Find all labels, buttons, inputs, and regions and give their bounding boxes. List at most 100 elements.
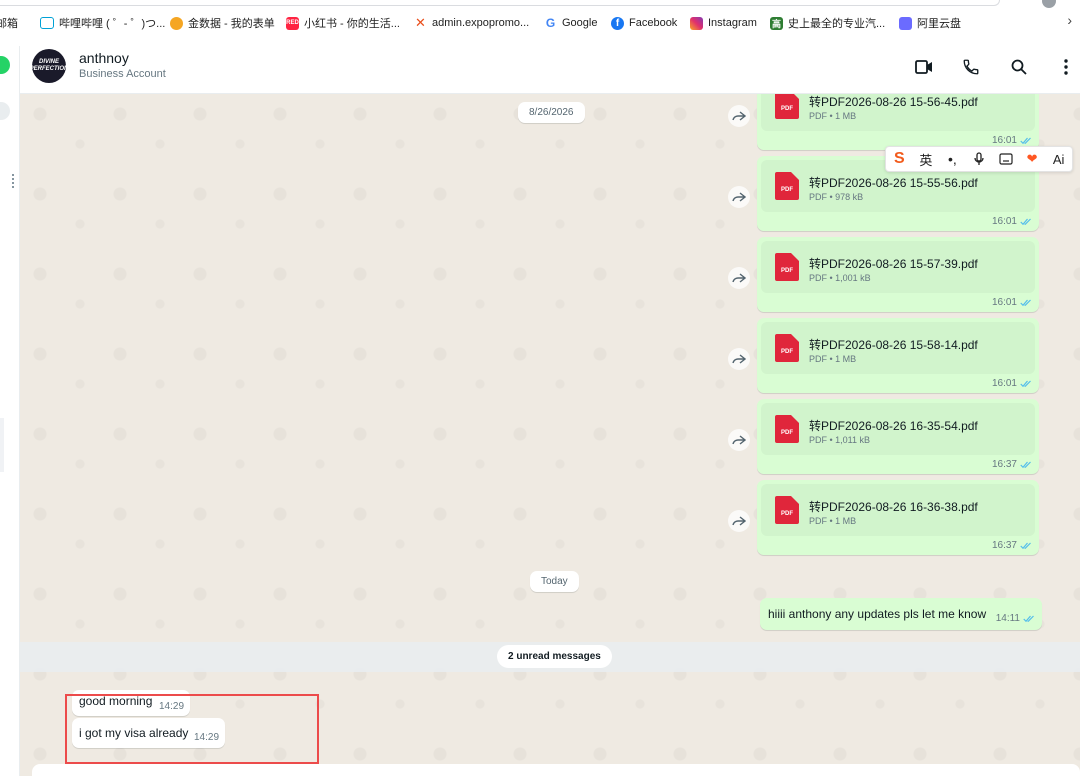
- date-separator: 8/26/2026: [518, 102, 585, 123]
- outgoing-message[interactable]: hiiii anthony any updates pls let me kno…: [760, 598, 1042, 630]
- pdf-icon: PDF: [775, 172, 799, 200]
- read-ticks-icon: [1020, 299, 1031, 306]
- scroll-handle[interactable]: [12, 174, 16, 188]
- forward-icon[interactable]: [728, 186, 750, 208]
- ime-ai-button[interactable]: Ai: [1049, 149, 1069, 169]
- file-message[interactable]: PDF 转PDF2026-08-26 15-58-14.pdf PDF • 1 …: [757, 318, 1039, 393]
- pdf-icon: PDF: [775, 253, 799, 281]
- file-card[interactable]: PDF 转PDF2026-08-26 15-57-39.pdf PDF • 1,…: [761, 241, 1035, 293]
- facebook-icon: f: [611, 16, 624, 30]
- bookmark-label: 史上最全的专业汽...: [788, 18, 886, 30]
- time-text: 16:01: [991, 378, 1017, 389]
- svg-text:PDF: PDF: [781, 106, 793, 112]
- bookmark-xiaohongshu[interactable]: RED 小红书 - 你的生活...: [286, 12, 400, 34]
- forward-icon[interactable]: [728, 267, 750, 289]
- contact-name[interactable]: anthnoy: [79, 50, 129, 66]
- bookmark-mail[interactable]: 邮箱: [0, 12, 18, 34]
- video-call-icon[interactable]: [913, 56, 935, 78]
- forward-icon[interactable]: [728, 348, 750, 370]
- message-text: hiiii anthony any updates pls let me kno…: [768, 607, 987, 621]
- bookmark-facebook[interactable]: f Facebook: [611, 12, 677, 34]
- file-meta: PDF • 1 MB: [809, 516, 857, 526]
- file-card[interactable]: PDF 转PDF2026-08-26 16-35-54.pdf PDF • 1,…: [761, 403, 1035, 455]
- left-sidebar: [0, 46, 20, 776]
- time-text: 16:37: [991, 459, 1017, 470]
- punctuation-icon[interactable]: •,: [942, 149, 962, 169]
- svg-text:PDF: PDF: [781, 511, 793, 517]
- sidebar-selected-row[interactable]: [0, 418, 4, 472]
- chat-header: DIVINE PERFECTION anthnoy Business Accou…: [20, 46, 1080, 94]
- bilibili-icon: [40, 17, 54, 29]
- file-card[interactable]: PDF 转PDF2026-08-26 15-58-14.pdf PDF • 1 …: [761, 322, 1035, 374]
- bookmark-label: Instagram: [708, 17, 757, 29]
- forward-icon[interactable]: [728, 105, 750, 127]
- bookmark-google[interactable]: G Google: [544, 12, 598, 34]
- file-name: 转PDF2026-08-26 16-36-38.pdf: [809, 500, 978, 514]
- search-icon[interactable]: [1008, 56, 1030, 78]
- today-separator: Today: [530, 571, 579, 592]
- bookmark-aliyun-drive[interactable]: 阿里云盘: [899, 12, 961, 34]
- file-message[interactable]: PDF 转PDF2026-08-26 16-36-38.pdf PDF • 1 …: [757, 480, 1039, 555]
- file-card[interactable]: PDF 转PDF2026-08-26 15-56-45.pdf PDF • 1 …: [761, 94, 1035, 131]
- contact-subtitle: Business Account: [79, 68, 166, 80]
- bookmark-car-site[interactable]: 高 史上最全的专业汽...: [770, 12, 885, 34]
- read-ticks-icon: [1020, 218, 1031, 225]
- chats-icon[interactable]: [0, 56, 10, 74]
- forward-icon[interactable]: [728, 510, 750, 532]
- ime-toolbar: S 英 •, ❤ Ai: [885, 146, 1073, 172]
- chat-pane[interactable]: 8/26/2026 PDF 转PDF2026-08-26 15-56-45.pd…: [20, 94, 1080, 776]
- forward-icon[interactable]: [728, 429, 750, 451]
- bookmark-label: admin.expopromo...: [432, 17, 530, 29]
- read-ticks-icon: [1020, 380, 1031, 387]
- svg-text:PDF: PDF: [781, 187, 793, 193]
- bookmark-label: Facebook: [629, 17, 678, 29]
- read-ticks-icon: [1020, 542, 1031, 549]
- status-icon[interactable]: [0, 102, 10, 120]
- bookmark-label: 邮箱: [0, 18, 18, 30]
- ime-language-toggle[interactable]: 英: [916, 149, 936, 169]
- time-text: 16:01: [991, 135, 1017, 146]
- read-ticks-icon: [1023, 615, 1034, 622]
- file-card[interactable]: PDF 转PDF2026-08-26 16-36-38.pdf PDF • 1 …: [761, 484, 1035, 536]
- phone-icon[interactable]: [960, 56, 982, 78]
- file-name: 转PDF2026-08-26 15-55-56.pdf: [809, 176, 978, 190]
- message-time: 14:11: [996, 613, 1035, 624]
- google-icon: G: [545, 16, 556, 30]
- file-message[interactable]: PDF 转PDF2026-08-26 16-35-54.pdf PDF • 1,…: [757, 399, 1039, 474]
- jinshuju-icon: [170, 16, 183, 30]
- svg-text:PDF: PDF: [781, 430, 793, 436]
- bookmark-expopromo[interactable]: ✕ admin.expopromo...: [414, 12, 529, 34]
- bookmark-bilibili[interactable]: 哔哩哔哩 ( ゜- ゜)つ...: [40, 12, 165, 34]
- file-meta: PDF • 1 MB: [809, 354, 857, 364]
- keyboard-icon[interactable]: [996, 149, 1016, 169]
- sogou-logo-icon[interactable]: S: [889, 149, 909, 169]
- bookmark-jinshuju[interactable]: 金数据 - 我的表单: [170, 12, 275, 34]
- file-meta: PDF • 1,001 kB: [809, 273, 871, 283]
- pdf-icon: PDF: [775, 94, 799, 119]
- svg-text:PDF: PDF: [781, 268, 793, 274]
- message-composer[interactable]: [32, 764, 1080, 776]
- message-time: 16:37: [992, 540, 1032, 551]
- bookmark-instagram[interactable]: Instagram: [690, 12, 757, 34]
- skin-icon[interactable]: ❤: [1022, 149, 1042, 169]
- file-message[interactable]: PDF 转PDF2026-08-26 15-57-39.pdf PDF • 1,…: [757, 237, 1039, 312]
- avatar-text: DIVINE PERFECTION: [32, 59, 66, 72]
- profile-icon[interactable]: [1042, 0, 1056, 8]
- file-meta: PDF • 978 kB: [809, 192, 864, 202]
- menu-icon[interactable]: [1055, 56, 1077, 78]
- bookmark-row: 邮箱 哔哩哔哩 ( ゜- ゜)つ... 金数据 - 我的表单 RED 小红书 -…: [0, 12, 1080, 34]
- message-time: 16:01: [992, 297, 1032, 308]
- bookmark-label: 哔哩哔哩 ( ゜- ゜)つ...: [59, 18, 166, 30]
- file-name: 转PDF2026-08-26 15-57-39.pdf: [809, 257, 978, 271]
- chevron-right-icon[interactable]: ›: [1067, 12, 1072, 28]
- xiaohongshu-icon: RED: [286, 16, 299, 30]
- message-time: 16:01: [992, 216, 1032, 227]
- bookmarks-bar: 邮箱 哔哩哔哩 ( ゜- ゜)つ... 金数据 - 我的表单 RED 小红书 -…: [0, 0, 1080, 46]
- pdf-icon: PDF: [775, 496, 799, 524]
- file-meta: PDF • 1,011 kB: [809, 435, 871, 445]
- microphone-icon[interactable]: [969, 149, 989, 169]
- avatar[interactable]: DIVINE PERFECTION: [32, 49, 66, 83]
- message-time: 16:01: [992, 135, 1032, 146]
- unread-count: 2 unread messages: [497, 645, 612, 668]
- file-message[interactable]: PDF 转PDF2026-08-26 15-56-45.pdf PDF • 1 …: [757, 94, 1039, 150]
